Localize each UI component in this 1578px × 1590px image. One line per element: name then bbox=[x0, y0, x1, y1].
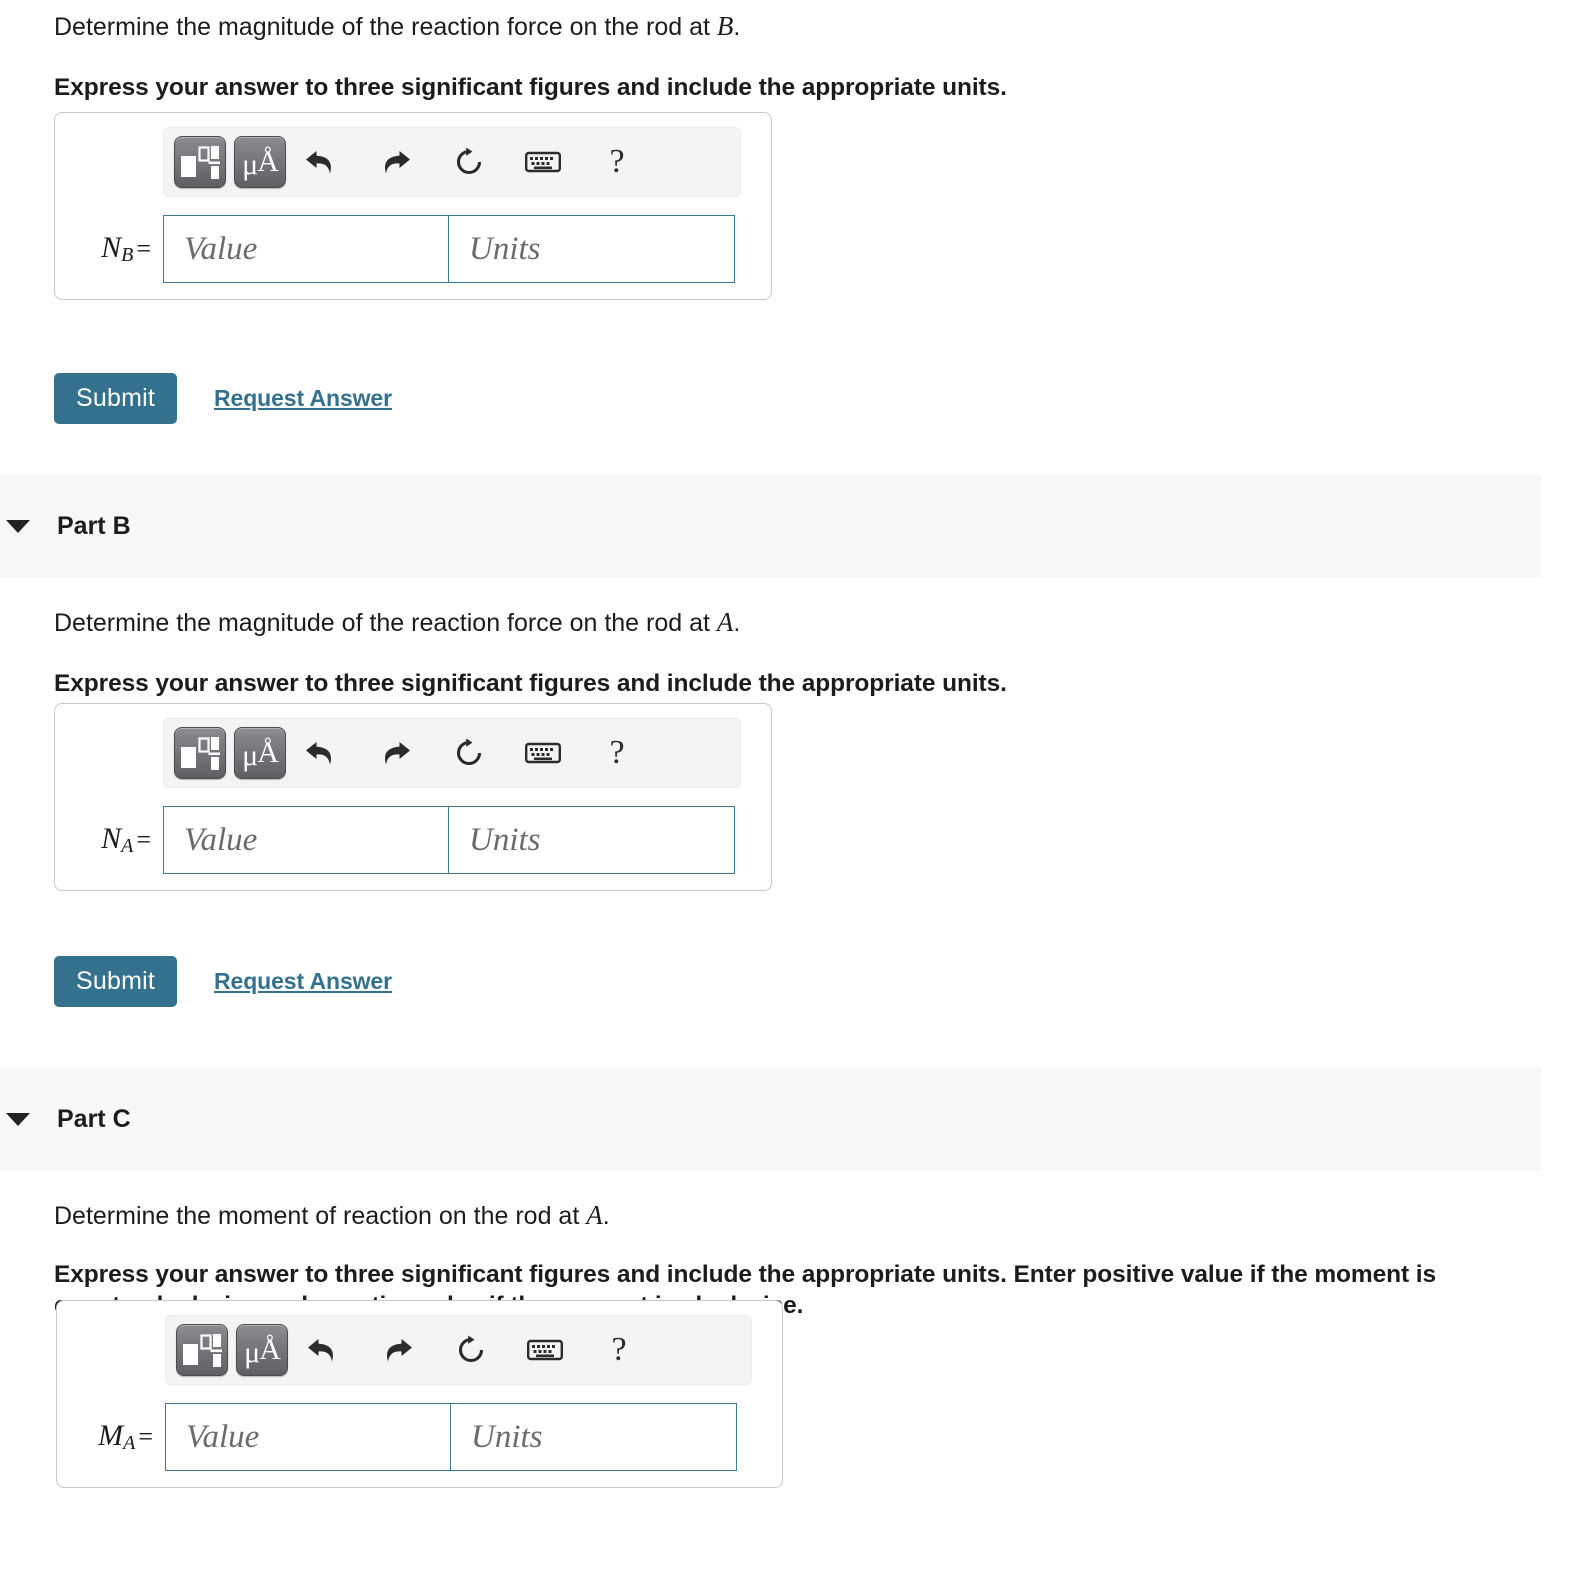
part-c-value-input[interactable]: Value bbox=[165, 1403, 451, 1471]
keyboard-icon[interactable] bbox=[516, 136, 570, 188]
part-c-header[interactable]: Part C bbox=[0, 1068, 1542, 1171]
part-b-instruction: Express your answer to three significant… bbox=[54, 669, 1007, 697]
part-a-instruction: Express your answer to three significant… bbox=[54, 73, 1007, 101]
part-b-prompt-text: Determine the magnitude of the reaction … bbox=[54, 609, 717, 637]
undo-icon[interactable] bbox=[294, 727, 348, 779]
part-b-prompt-period: . bbox=[733, 609, 741, 637]
part-c-variable-label: MA = bbox=[73, 1419, 165, 1455]
redo-icon[interactable] bbox=[368, 727, 422, 779]
part-a-prompt-variable: B bbox=[716, 11, 734, 41]
part-c-prompt-variable: A bbox=[586, 1200, 603, 1230]
part-c-title: Part C bbox=[57, 1105, 131, 1133]
part-c-prompt-text: Determine the moment of reaction on the … bbox=[54, 1202, 587, 1230]
reset-icon[interactable] bbox=[444, 1324, 498, 1376]
part-c-equals: = bbox=[138, 1422, 153, 1451]
part-b-submit-button[interactable]: Submit bbox=[54, 956, 178, 1007]
part-a-prompt-period: . bbox=[733, 13, 741, 41]
part-b-variable-label: NA = bbox=[71, 822, 163, 858]
micro-symbol: μ bbox=[242, 739, 258, 772]
math-templates-button[interactable] bbox=[174, 727, 226, 779]
units-micro-angstrom-button[interactable]: μÅ bbox=[234, 136, 286, 188]
part-b-prompt-variable: A bbox=[716, 607, 734, 637]
part-b-answer-box: μÅ ? NA = Value Units bbox=[54, 703, 772, 891]
redo-icon[interactable] bbox=[368, 136, 422, 188]
part-b-header[interactable]: Part B bbox=[0, 475, 1542, 578]
part-a-prompt-text: Determine the magnitude of the reaction … bbox=[54, 13, 717, 41]
part-b-prompt: Determine the magnitude of the reaction … bbox=[0, 606, 1578, 640]
part-c-var-base: M bbox=[98, 1419, 124, 1452]
micro-symbol: μ bbox=[244, 1336, 260, 1369]
angstrom-symbol: Å bbox=[259, 1333, 281, 1366]
micro-symbol: μ bbox=[242, 148, 258, 181]
part-a-request-answer-link[interactable]: Request Answer bbox=[214, 385, 392, 412]
keyboard-icon[interactable] bbox=[518, 1324, 572, 1376]
units-micro-angstrom-button[interactable]: μÅ bbox=[234, 727, 286, 779]
help-icon[interactable]: ? bbox=[592, 1324, 646, 1376]
help-icon[interactable]: ? bbox=[590, 136, 644, 188]
part-b-var-base: N bbox=[101, 822, 122, 855]
part-b-var-sub: A bbox=[121, 835, 134, 857]
units-micro-angstrom-button[interactable]: μÅ bbox=[236, 1324, 288, 1376]
part-c-prompt: Determine the moment of reaction on the … bbox=[0, 1199, 1578, 1233]
part-b-value-input[interactable]: Value bbox=[163, 806, 449, 874]
part-b-title: Part B bbox=[57, 512, 131, 540]
part-section-b: Part B Determine the magnitude of the re… bbox=[0, 475, 1578, 1007]
part-c-prompt-period: . bbox=[602, 1202, 610, 1230]
part-a-answer-box: μÅ ? NB = Value Units bbox=[54, 112, 772, 300]
part-a-button-row: Submit Request Answer bbox=[0, 373, 392, 424]
part-a-units-input[interactable]: Units bbox=[449, 215, 735, 283]
part-c-math-toolbar: μÅ ? bbox=[165, 1315, 752, 1385]
part-c-var-sub: A bbox=[123, 1432, 136, 1454]
part-c-answer-box: μÅ ? MA = Value Units bbox=[56, 1300, 783, 1488]
part-b-equals: = bbox=[136, 825, 151, 854]
angstrom-symbol: Å bbox=[257, 736, 279, 769]
part-b-input-row: NA = Value Units bbox=[71, 806, 755, 874]
undo-icon[interactable] bbox=[294, 136, 348, 188]
part-b-button-row: Submit Request Answer bbox=[0, 956, 392, 1007]
part-b-units-input[interactable]: Units bbox=[449, 806, 735, 874]
help-icon[interactable]: ? bbox=[590, 727, 644, 779]
part-a-value-input[interactable]: Value bbox=[163, 215, 449, 283]
part-section-c: Part C Determine the moment of reaction … bbox=[0, 1068, 1578, 1488]
part-a-prompt: Determine the magnitude of the reaction … bbox=[0, 10, 1578, 44]
part-a-variable-label: NB = bbox=[71, 231, 163, 267]
part-a-var-base: N bbox=[101, 231, 122, 264]
part-b-request-answer-link[interactable]: Request Answer bbox=[214, 968, 392, 995]
math-templates-button[interactable] bbox=[174, 136, 226, 188]
part-a-submit-button[interactable]: Submit bbox=[54, 373, 178, 424]
keyboard-icon[interactable] bbox=[516, 727, 570, 779]
part-c-units-input[interactable]: Units bbox=[451, 1403, 737, 1471]
part-c-input-row: MA = Value Units bbox=[73, 1403, 766, 1471]
part-a-input-row: NB = Value Units bbox=[71, 215, 755, 283]
angstrom-symbol: Å bbox=[257, 145, 279, 178]
redo-icon[interactable] bbox=[370, 1324, 424, 1376]
chevron-down-icon[interactable] bbox=[6, 1113, 30, 1126]
part-a-math-toolbar: μÅ ? bbox=[163, 127, 741, 197]
undo-icon[interactable] bbox=[296, 1324, 350, 1376]
part-a-equals: = bbox=[136, 234, 151, 263]
reset-icon[interactable] bbox=[442, 136, 496, 188]
part-b-math-toolbar: μÅ ? bbox=[163, 718, 741, 788]
reset-icon[interactable] bbox=[442, 727, 496, 779]
math-templates-button[interactable] bbox=[176, 1324, 228, 1376]
part-a-var-sub: B bbox=[121, 244, 134, 266]
chevron-down-icon[interactable] bbox=[6, 520, 30, 533]
part-section-a: Determine the magnitude of the reaction … bbox=[0, 10, 1578, 424]
